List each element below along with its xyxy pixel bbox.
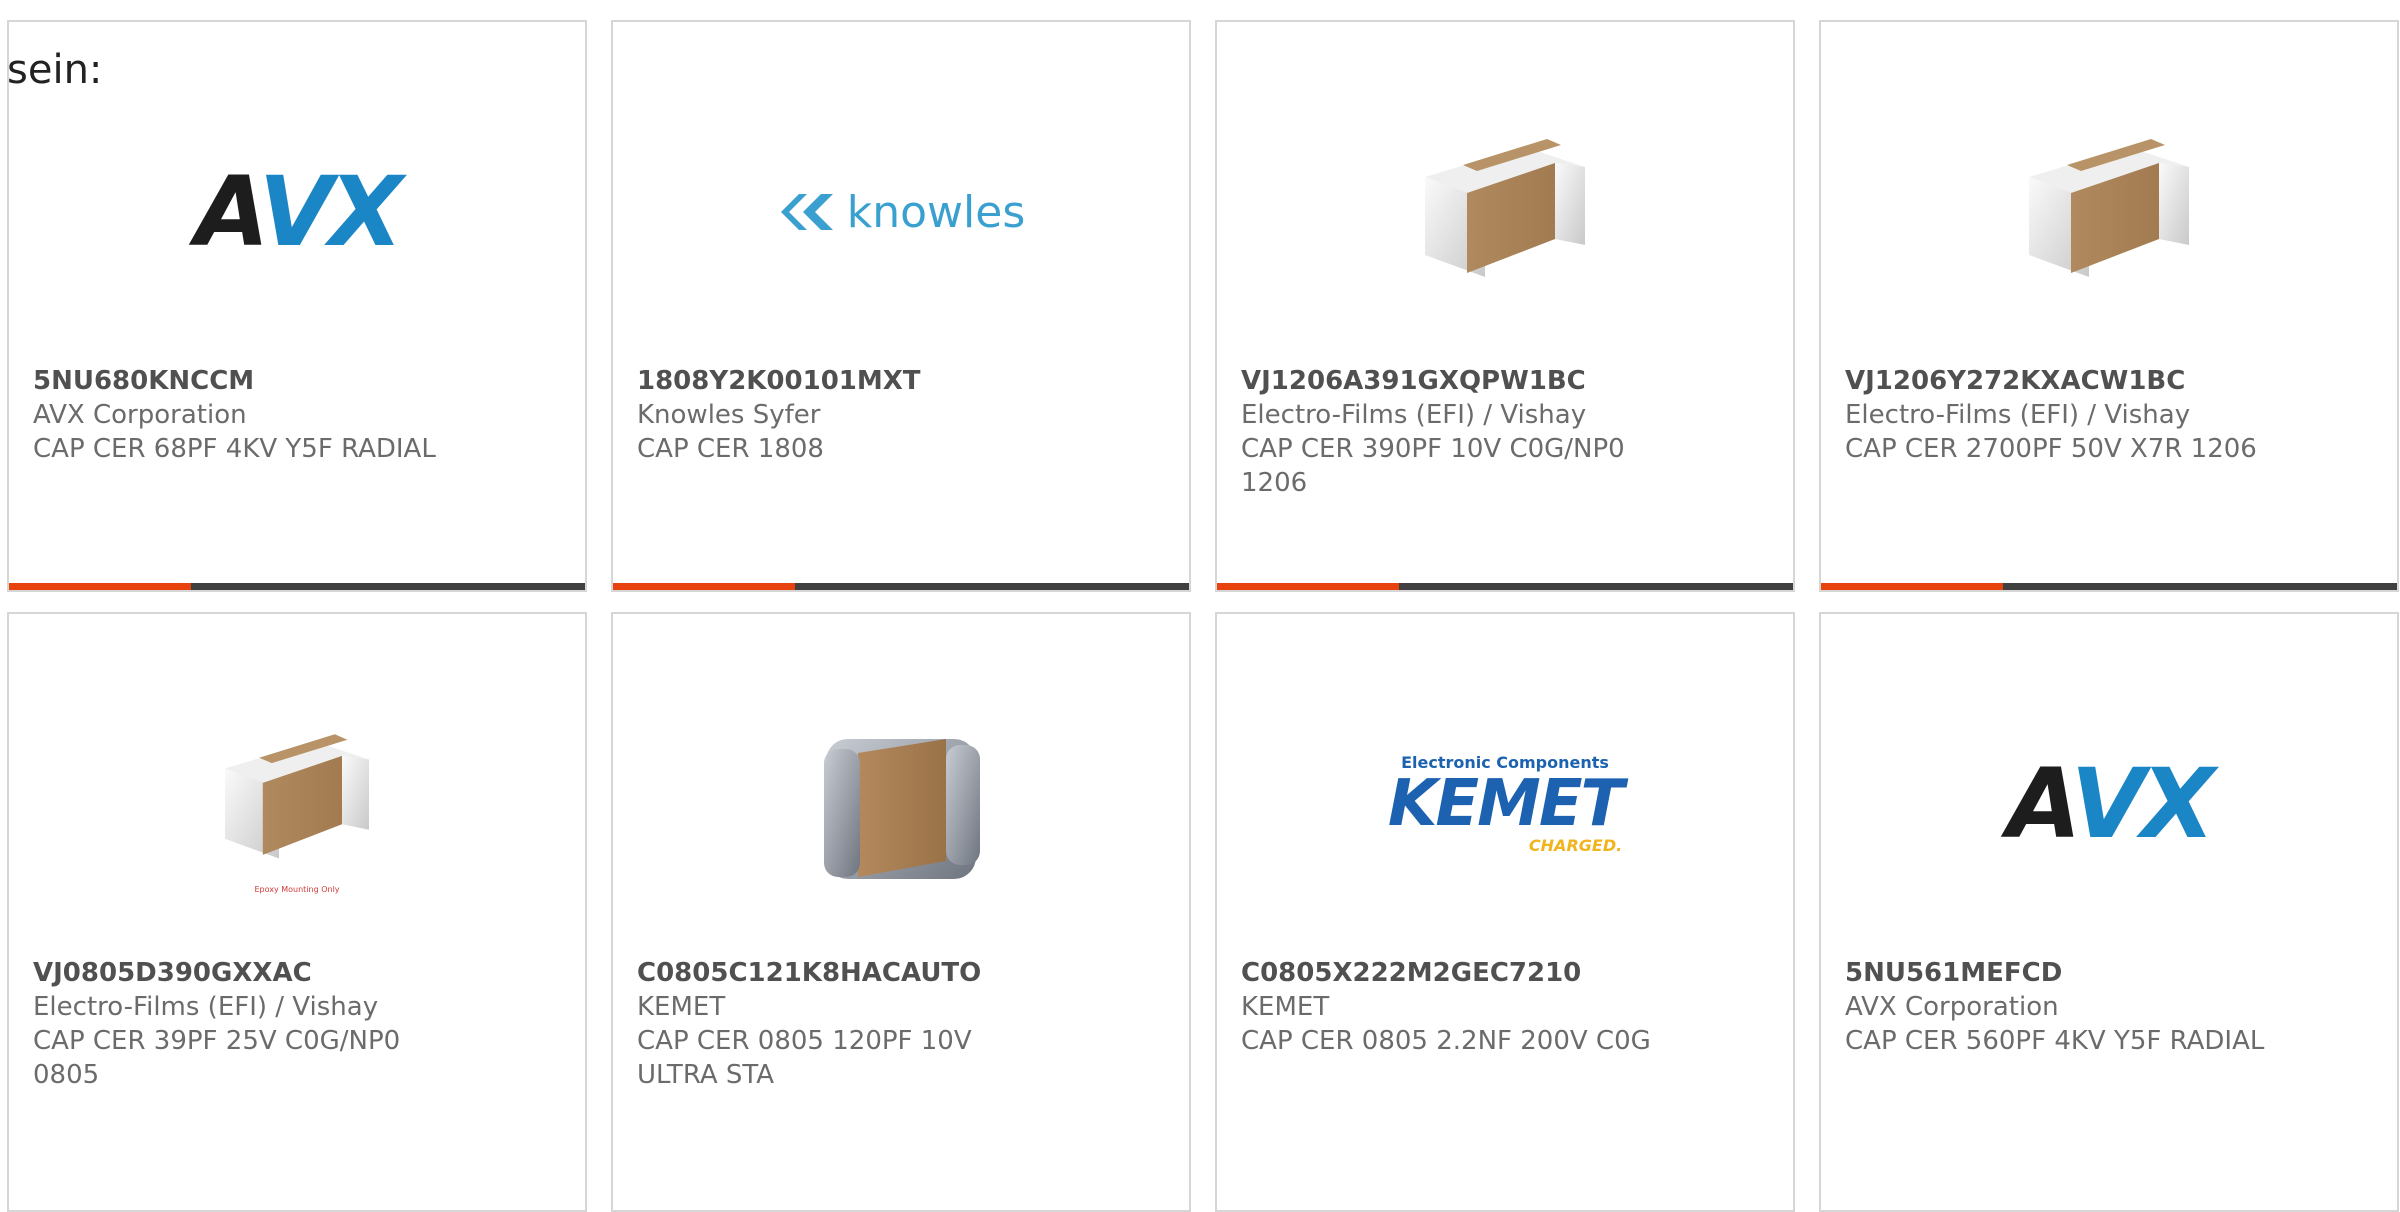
capacitor-chip-icon: [1425, 139, 1585, 277]
description: CAP CER 39PF 25V C0G/NP0 0805: [33, 1026, 401, 1090]
product-image[interactable]: [1217, 112, 1793, 312]
part-number[interactable]: VJ0805D390GXXAC: [33, 956, 561, 990]
card-bar-accent: [1217, 583, 1399, 590]
description: CAP CER 560PF 4KV Y5F RADIAL: [1845, 1026, 2265, 1056]
product-card[interactable]: AVX 5NU561MEFCD AVX Corporation CAP CER …: [1819, 612, 2399, 1212]
product-image[interactable]: Epoxy Mounting Only: [9, 704, 585, 904]
manufacturer: AVX Corporation: [33, 400, 247, 430]
description: CAP CER 0805 2.2NF 200V C0G: [1241, 1026, 1651, 1056]
kemet-logo-main: KEMET: [1387, 767, 1624, 841]
capacitor-chip-icon: [225, 733, 369, 858]
part-number[interactable]: 1808Y2K00101MXT: [637, 364, 1165, 398]
manufacturer: Electro-Films (EFI) / Vishay: [1845, 400, 2191, 430]
avx-logo: AVX: [2006, 748, 2215, 860]
product-image[interactable]: [1821, 112, 2397, 312]
part-number[interactable]: VJ1206Y272KXACW1BC: [1845, 364, 2373, 398]
product-card[interactable]: VJ1206Y272KXACW1BC Electro-Films (EFI) /…: [1819, 20, 2399, 592]
description: CAP CER 68PF 4KV Y5F RADIAL: [33, 434, 436, 464]
card-bar-accent: [1821, 583, 2003, 590]
manufacturer: Electro-Films (EFI) / Vishay: [33, 992, 379, 1022]
product-image[interactable]: Electronic Components KEMET CHARGED.: [1217, 704, 1793, 904]
capacitor-chip-metal-icon: [824, 739, 980, 879]
capacitor-chip-icon: [2029, 139, 2189, 277]
part-number[interactable]: VJ1206A391GXQPW1BC: [1241, 364, 1769, 398]
lead-text: sein:: [7, 47, 103, 93]
manufacturer: Knowles Syfer: [637, 400, 821, 430]
description: CAP CER 2700PF 50V X7R 1206: [1845, 434, 2257, 464]
card-bar: [613, 583, 1189, 590]
product-image[interactable]: AVX: [1821, 704, 2397, 904]
kemet-logo: Electronic Components KEMET CHARGED.: [1387, 753, 1624, 855]
part-number[interactable]: 5NU561MEFCD: [1845, 956, 2373, 990]
product-card[interactable]: VJ1206A391GXQPW1BC Electro-Films (EFI) /…: [1215, 20, 1795, 592]
image-note: Epoxy Mounting Only: [254, 884, 340, 894]
description: CAP CER 1808: [637, 434, 824, 464]
manufacturer: KEMET: [637, 992, 726, 1022]
manufacturer: AVX Corporation: [1845, 992, 2059, 1022]
description: CAP CER 0805 120PF 10V ULTRA STA: [637, 1026, 972, 1090]
product-card[interactable]: AVX 5NU680KNCCM AVX Corporation CAP CER …: [7, 20, 587, 592]
card-bar-accent: [613, 583, 795, 590]
product-grid: AVX 5NU680KNCCM AVX Corporation CAP CER …: [7, 20, 2400, 1212]
card-bar: [1821, 583, 2397, 590]
knowles-logo-text: knowles: [846, 186, 1026, 238]
part-number[interactable]: 5NU680KNCCM: [33, 364, 561, 398]
manufacturer: Electro-Films (EFI) / Vishay: [1241, 400, 1587, 430]
card-bar: [1217, 583, 1793, 590]
part-number[interactable]: C0805X222M2GEC7210: [1241, 956, 1769, 990]
manufacturer: KEMET: [1241, 992, 1330, 1022]
product-image[interactable]: [613, 704, 1189, 904]
knowles-mark-icon: [780, 194, 833, 230]
description: CAP CER 390PF 10V C0G/NP0 1206: [1241, 434, 1625, 498]
part-number[interactable]: C0805C121K8HACAUTO: [637, 956, 1165, 990]
product-card[interactable]: knowles 1808Y2K00101MXT Knowles Syfer CA…: [611, 20, 1191, 592]
product-image[interactable]: AVX: [9, 112, 585, 312]
card-bar-accent: [9, 583, 191, 590]
product-card[interactable]: Electronic Components KEMET CHARGED. C08…: [1215, 612, 1795, 1212]
avx-logo: AVX: [194, 156, 403, 268]
product-card[interactable]: Epoxy Mounting Only VJ0805D390GXXAC Elec…: [7, 612, 587, 1212]
card-bar: [9, 583, 585, 590]
knowles-logo: knowles: [777, 186, 1026, 238]
product-card[interactable]: C0805C121K8HACAUTO KEMET CAP CER 0805 12…: [611, 612, 1191, 1212]
kemet-logo-sub: CHARGED.: [1528, 836, 1623, 855]
product-image[interactable]: knowles: [613, 112, 1189, 312]
